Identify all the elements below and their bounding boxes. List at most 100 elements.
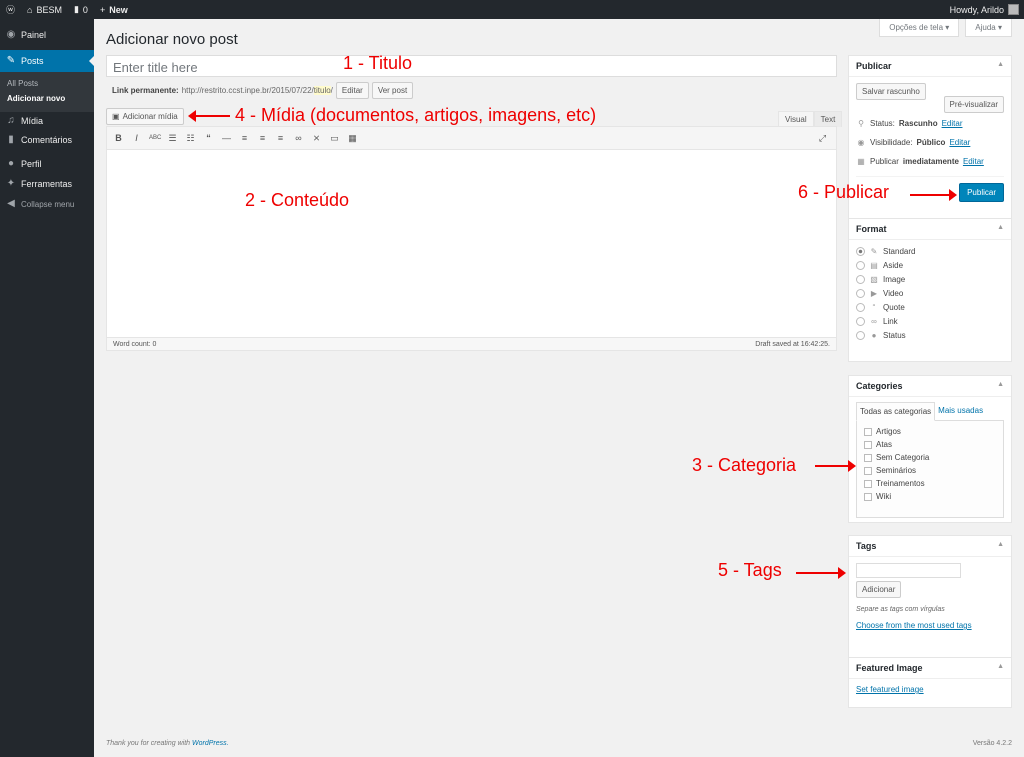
tab-most-used[interactable]: Mais usadas	[935, 402, 986, 421]
radio[interactable]	[856, 261, 865, 270]
fullscreen-icon[interactable]: ⤢	[817, 133, 828, 144]
tags-box-header[interactable]: Tags ▲	[849, 536, 1011, 557]
bullet-list-icon[interactable]: ☰	[167, 133, 178, 144]
new-content-link[interactable]: + New	[94, 0, 134, 19]
format-option-standard[interactable]: ✎ Standard	[856, 247, 1004, 256]
category-checkbox[interactable]	[864, 479, 872, 488]
wordpress-link[interactable]: WordPress.	[192, 740, 229, 747]
tab-all-categories[interactable]: Todas as categorias	[856, 402, 936, 421]
tab-visual[interactable]: Visual	[778, 111, 814, 127]
edit-publish-time-link[interactable]: Editar	[963, 157, 984, 166]
format-box-header[interactable]: Format ▲	[849, 219, 1011, 240]
radio-selected[interactable]	[856, 247, 865, 256]
sidebar-item-midia[interactable]: ♫ Mídia	[0, 112, 94, 130]
add-media-label: Adicionar mídia	[122, 112, 178, 121]
category-checkbox[interactable]	[864, 466, 872, 475]
sidebar-item-posts[interactable]: ✎ Posts	[0, 50, 94, 72]
edit-status-link[interactable]: Editar	[942, 119, 963, 128]
featured-image-box-header[interactable]: Featured Image ▲	[849, 658, 1011, 679]
account-menu[interactable]: Howdy, Arildo	[944, 0, 1024, 19]
site-name: BESM	[36, 4, 62, 15]
status-label: Status:	[870, 119, 895, 128]
submenu-all-posts[interactable]: All Posts	[0, 76, 94, 91]
align-center-icon[interactable]: ≡	[257, 133, 268, 143]
collapse-menu-button[interactable]: ◀ Collapse menu	[0, 194, 94, 214]
strikethrough-icon[interactable]: ABC	[149, 135, 161, 141]
radio[interactable]	[856, 317, 865, 326]
word-count: Word count: 0	[113, 340, 157, 348]
format-option-aside[interactable]: ▤ Aside	[856, 261, 1004, 270]
tab-text[interactable]: Text	[813, 111, 843, 127]
italic-icon[interactable]: I	[131, 133, 142, 143]
tag-input[interactable]	[856, 563, 961, 578]
format-option-link[interactable]: ∞ Link	[856, 317, 1004, 326]
post-title-input[interactable]: Enter title here	[106, 55, 837, 77]
most-used-tags-link[interactable]: Choose from the most used tags	[856, 621, 972, 630]
category-item[interactable]: Seminários	[864, 466, 996, 475]
align-right-icon[interactable]: ≡	[275, 133, 286, 143]
footer: Thank you for creating with WordPress. V…	[106, 740, 1012, 747]
sidebar-item-label: Mídia	[21, 116, 44, 126]
bold-icon[interactable]: B	[113, 133, 124, 143]
sidebar-item-painel[interactable]: ◉ Painel	[0, 24, 94, 46]
site-name-link[interactable]: ⌂ BESM	[21, 0, 68, 19]
toggle-arrow-icon: ▲	[997, 541, 1004, 548]
toolbar-toggle-icon[interactable]: ▦	[347, 133, 358, 144]
preview-button[interactable]: Pré-visualizar	[943, 96, 1004, 113]
set-featured-image-link[interactable]: Set featured image	[856, 685, 924, 694]
comments-count: 0	[82, 4, 88, 15]
category-item[interactable]: Atas	[864, 440, 996, 449]
radio[interactable]	[856, 289, 865, 298]
screen-options-button[interactable]: Opções de tela ▾	[879, 19, 960, 37]
editor-tabs: Visual Text	[778, 111, 843, 127]
sidebar-item-comentarios[interactable]: ▮ Comentários	[0, 130, 94, 150]
category-item[interactable]: Sem Categoria	[864, 453, 996, 462]
content-editor[interactable]: B I ABC ☰ ☷ “ — ≡ ≡ ≡ ∞ ⨯ ▭ ▦ ⤢ Word cou…	[106, 126, 837, 351]
categories-box-header[interactable]: Categories ▲	[849, 376, 1011, 397]
unlink-icon[interactable]: ⨯	[311, 133, 322, 144]
category-item[interactable]: Treinamentos	[864, 479, 996, 488]
blockquote-icon[interactable]: “	[203, 133, 214, 143]
new-label: New	[109, 4, 128, 15]
format-option-status[interactable]: ● Status	[856, 331, 1004, 340]
sidebar-item-ferramentas[interactable]: ✦ Ferramentas	[0, 174, 94, 194]
view-post-button[interactable]: Ver post	[371, 82, 414, 99]
numbered-list-icon[interactable]: ☷	[185, 133, 196, 144]
permalink-url[interactable]: http://restrito.ccst.inpe.br/2015/07/22/…	[182, 86, 333, 95]
save-draft-button[interactable]: Salvar rascunho	[856, 83, 926, 100]
category-checkbox[interactable]	[864, 427, 872, 436]
annotation-conteudo: 2 - Conteúdo	[245, 190, 350, 210]
radio[interactable]	[856, 303, 865, 312]
help-button[interactable]: Ajuda ▾	[965, 19, 1012, 37]
publish-box-header[interactable]: Publicar ▲	[849, 56, 1011, 77]
tags-hint: Separe as tags com vírgulas	[856, 606, 945, 613]
align-left-icon[interactable]: ≡	[239, 133, 250, 143]
category-checkbox[interactable]	[864, 453, 872, 462]
add-media-button[interactable]: ▣ Adicionar mídia	[106, 108, 184, 125]
link-icon: ∞	[871, 317, 877, 326]
publish-button[interactable]: Publicar	[959, 183, 1004, 202]
format-option-quote[interactable]: “Quote	[856, 303, 1004, 312]
category-item[interactable]: Artigos	[864, 427, 996, 436]
add-tag-button[interactable]: Adicionar	[856, 581, 902, 598]
arrow-categoria	[815, 460, 856, 472]
radio[interactable]	[856, 275, 865, 284]
sidebar-item-perfil[interactable]: ● Perfil	[0, 154, 94, 174]
horizontal-line-icon[interactable]: —	[221, 133, 232, 143]
category-checkbox[interactable]	[864, 492, 872, 501]
edit-permalink-button[interactable]: Editar	[335, 82, 369, 99]
page-title: Adicionar novo post	[106, 31, 238, 48]
format-option-video[interactable]: ▶ Video	[856, 289, 1004, 298]
wordpress-logo-icon[interactable]: ⓦ	[0, 0, 21, 19]
comments-link[interactable]: ▮ 0	[68, 0, 94, 19]
featured-image-box: Featured Image ▲ Set featured image	[848, 657, 1012, 708]
submenu-add-new[interactable]: Adicionar novo	[0, 91, 94, 106]
read-more-icon[interactable]: ▭	[329, 133, 340, 144]
category-checkbox[interactable]	[864, 440, 872, 449]
format-option-image[interactable]: ▧ Image	[856, 275, 1004, 284]
radio[interactable]	[856, 331, 865, 340]
edit-visibility-link[interactable]: Editar	[949, 138, 970, 147]
link-icon[interactable]: ∞	[293, 133, 304, 143]
category-item[interactable]: Wiki	[864, 492, 996, 501]
avatar	[1008, 4, 1019, 15]
